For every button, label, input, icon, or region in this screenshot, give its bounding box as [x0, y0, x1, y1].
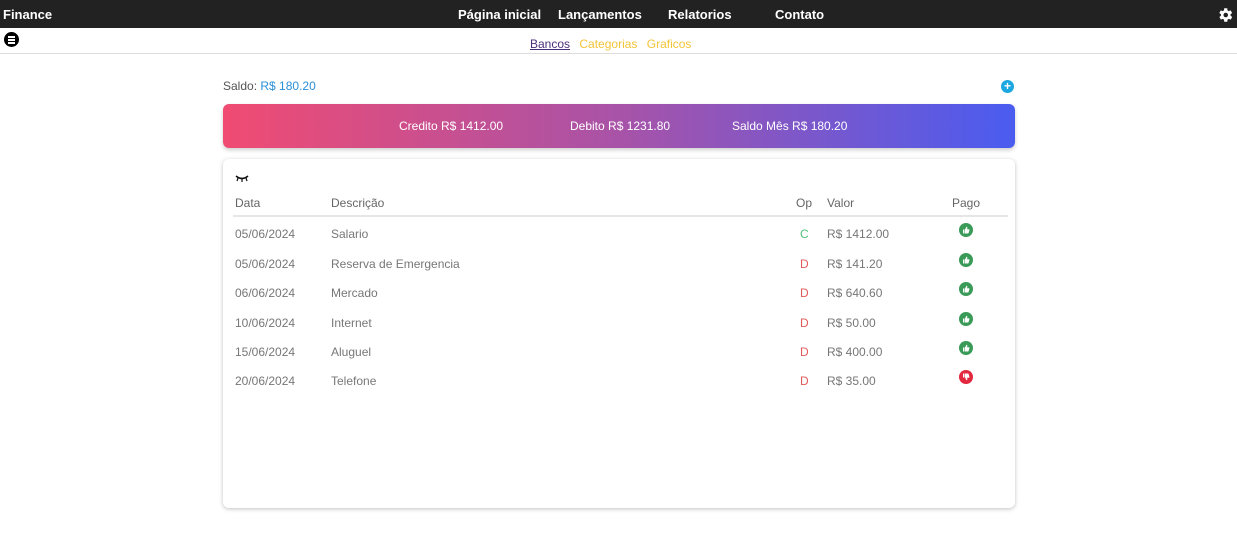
- header-divider: [233, 215, 1008, 217]
- header-data[interactable]: Data: [235, 196, 260, 210]
- eye-closed-icon[interactable]: [235, 173, 249, 183]
- row-date: 20/06/2024: [235, 374, 296, 388]
- row-description: Reserva de Emergencia: [331, 257, 460, 271]
- saldo-value: R$ 180.20: [260, 79, 316, 93]
- row-description: Salario: [331, 227, 369, 241]
- credito-total: Credito R$ 1412.00: [399, 119, 504, 133]
- header-pago[interactable]: Pago: [952, 196, 980, 210]
- row-op: D: [800, 286, 809, 300]
- thumbs-up-icon[interactable]: [959, 253, 973, 267]
- row-date: 06/06/2024: [235, 286, 296, 300]
- row-description: Internet: [331, 316, 372, 330]
- saldo-summary: Saldo: R$ 180.20: [223, 79, 316, 93]
- row-op: D: [800, 257, 809, 271]
- row-date: 05/06/2024: [235, 227, 296, 241]
- row-op: D: [800, 316, 809, 330]
- saldo-label: Saldo:: [223, 79, 258, 93]
- brand-logo[interactable]: Finance: [3, 7, 52, 22]
- totals-banner: Credito R$ 1412.00 Debito R$ 1231.80 Sal…: [223, 104, 1015, 148]
- subnav-graficos[interactable]: Graficos: [647, 37, 692, 51]
- nav-relatorios[interactable]: Relatorios: [668, 7, 732, 22]
- nav-lancamentos[interactable]: Lançamentos: [558, 7, 642, 22]
- thumbs-up-icon[interactable]: [959, 312, 973, 326]
- subnav-links: Bancos Categorias Graficos: [530, 37, 697, 51]
- nav-contato[interactable]: Contato: [775, 7, 824, 22]
- row-description: Telefone: [331, 374, 377, 388]
- gear-icon[interactable]: [1216, 6, 1234, 24]
- row-op: D: [800, 374, 809, 388]
- transactions-card: Data Descrição Op Valor Pago 05/06/2024 …: [223, 159, 1015, 508]
- saldo-mes-total: Saldo Mês R$ 180.20: [732, 119, 848, 133]
- row-op: D: [800, 345, 809, 359]
- row-value: R$ 50.00: [827, 316, 876, 330]
- plus-icon[interactable]: +: [1001, 80, 1014, 93]
- header-op[interactable]: Op: [796, 196, 812, 210]
- menu-icon[interactable]: [4, 32, 19, 47]
- row-date: 10/06/2024: [235, 316, 296, 330]
- nav-pagina-inicial[interactable]: Página inicial: [458, 7, 541, 22]
- row-date: 05/06/2024: [235, 257, 296, 271]
- subnav-categorias[interactable]: Categorias: [579, 37, 637, 51]
- top-navbar: Finance Página inicial Lançamentos Relat…: [0, 0, 1237, 28]
- row-value: R$ 1412.00: [827, 227, 890, 241]
- thumbs-up-icon[interactable]: [959, 341, 973, 355]
- thumbs-up-icon[interactable]: [959, 223, 973, 237]
- row-value: R$ 141.20: [827, 257, 883, 271]
- header-valor[interactable]: Valor: [827, 196, 854, 210]
- subnav-bancos[interactable]: Bancos: [530, 37, 570, 51]
- thumbs-down-icon[interactable]: [959, 370, 973, 384]
- row-description: Mercado: [331, 286, 378, 300]
- debito-total: Debito R$ 1231.80: [570, 119, 671, 133]
- row-date: 15/06/2024: [235, 345, 296, 359]
- row-op: C: [800, 227, 809, 241]
- thumbs-up-icon[interactable]: [959, 282, 973, 296]
- row-value: R$ 35.00: [827, 374, 876, 388]
- header-descricao[interactable]: Descrição: [331, 196, 384, 210]
- sub-navbar: Bancos Categorias Graficos: [0, 28, 1237, 54]
- row-description: Aluguel: [331, 345, 372, 359]
- row-value: R$ 640.60: [827, 286, 883, 300]
- row-value: R$ 400.00: [827, 345, 883, 359]
